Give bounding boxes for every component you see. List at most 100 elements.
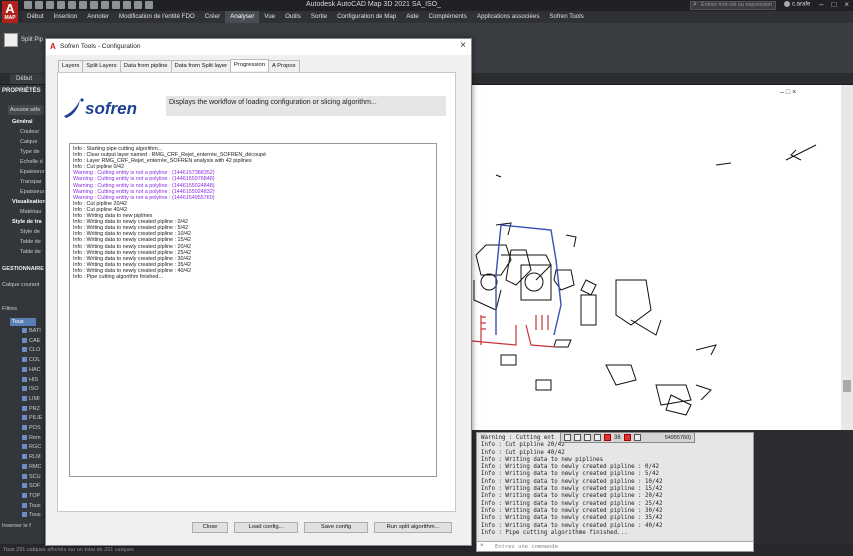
search-input[interactable]: Entrez mot-clé ou expression <box>690 1 776 10</box>
menu-item[interactable]: Début <box>22 11 49 23</box>
menu-item[interactable]: Modification de l'entité FDO <box>114 11 200 23</box>
load-config-button[interactable]: Load config... <box>234 522 298 533</box>
layer-item[interactable]: Tous <box>22 503 41 509</box>
layer-item[interactable]: RGC <box>22 444 41 450</box>
layer-item[interactable]: BATI <box>22 328 41 334</box>
quick-access-icon[interactable] <box>90 1 98 9</box>
menu-item[interactable]: Annoter <box>82 11 114 23</box>
error-icon[interactable] <box>604 434 611 441</box>
layer-item[interactable]: TOP <box>22 493 40 499</box>
layer-item[interactable]: SOF <box>22 483 40 489</box>
quick-access-icon[interactable] <box>24 1 32 9</box>
palette-section-head[interactable]: Visualisation <box>12 199 46 205</box>
layer-item[interactable]: HAC <box>22 367 41 373</box>
scroll-thumb[interactable] <box>843 380 851 392</box>
selection-dropdown[interactable]: Aucune séle <box>8 105 44 115</box>
tab-data-from-pipline[interactable]: Data from pipline <box>119 60 172 72</box>
menu-item[interactable]: Insertion <box>49 11 83 23</box>
user-account[interactable]: c.arafe <box>784 1 810 8</box>
app-logo[interactable]: A MAP <box>2 1 18 23</box>
layer-item[interactable]: PRZ <box>22 406 40 412</box>
vertical-scrollbar[interactable] <box>841 85 853 430</box>
menu-item[interactable]: Configuration de Map <box>332 11 401 23</box>
menu-item[interactable]: Vue <box>259 11 280 23</box>
toolbar-icon[interactable] <box>564 434 571 441</box>
dialog-tabs: Layers Split Layers Data from pipline Data … <box>58 59 300 72</box>
tab-a-propos[interactable]: A Propos <box>267 60 300 72</box>
run-split-algorithm-button[interactable]: Run split algorithm... <box>374 522 452 533</box>
layer-item[interactable]: CLO <box>22 347 40 353</box>
toolbar-icon[interactable] <box>574 434 581 441</box>
command-close-icon[interactable]: × <box>480 541 484 551</box>
split-pipe-button[interactable]: Split Pip <box>21 37 43 43</box>
menu-item[interactable]: Outils <box>280 11 306 23</box>
tab-split-layers[interactable]: Split Layers <box>82 60 121 72</box>
quick-access-icon[interactable] <box>134 1 142 9</box>
quick-access-icon[interactable] <box>46 1 54 9</box>
save-config-button[interactable]: Save config <box>304 522 368 533</box>
menu-item[interactable]: Applications associées <box>472 11 545 23</box>
minimize-icon[interactable]: – <box>819 0 823 9</box>
quick-access-icon[interactable] <box>112 1 120 9</box>
dialog-close-icon[interactable]: × <box>460 40 466 51</box>
dialog-buttons: Close Load config... Save config Run split … <box>192 522 452 533</box>
drawing-canvas[interactable] <box>456 85 841 430</box>
layer-item[interactable]: RMC <box>22 464 42 470</box>
layer-item[interactable]: Rem <box>22 435 41 441</box>
layer-item[interactable]: ISO <box>22 386 38 392</box>
palette-title: PROPRIÉTÉS <box>2 88 41 94</box>
layer-item[interactable]: Tous <box>22 512 41 518</box>
layer-item[interactable]: PILIE <box>22 415 42 421</box>
dialog-app-icon: A <box>50 42 56 51</box>
filter-all[interactable]: Tous <box>10 318 36 326</box>
palette-section-head[interactable]: Style de tra <box>12 219 42 225</box>
layer-item[interactable]: LIMI <box>22 396 40 402</box>
config-dialog: A Sofren Tools - Configuration × Layers S… <box>45 38 472 546</box>
palette-section-head[interactable]: Général <box>12 119 32 125</box>
palette-property-row: Table de <box>20 249 41 255</box>
layer-item[interactable]: SCU <box>22 474 41 480</box>
viewport-controls[interactable]: –□× <box>780 89 798 96</box>
menu-item[interactable]: Analyser <box>225 11 260 23</box>
command-input[interactable]: Entrez une commande <box>477 541 753 551</box>
toolbar-icon[interactable] <box>584 434 591 441</box>
quick-access-icon[interactable] <box>101 1 109 9</box>
tab-debut[interactable]: Début <box>10 74 50 84</box>
menu-item[interactable]: Aide <box>401 11 423 23</box>
menu-bar: Début Insertion Annoter Modification de l'e… <box>22 11 853 23</box>
quick-access-icon[interactable] <box>145 1 153 9</box>
split-pipe-icon[interactable] <box>4 33 18 47</box>
stop-icon[interactable] <box>623 434 631 441</box>
app-title: Autodesk AutoCAD Map 3D 2021 SA_ISO_ <box>306 1 442 8</box>
invert-filter-checkbox[interactable]: Inverser le f <box>2 523 31 529</box>
quick-access-icon[interactable] <box>123 1 131 9</box>
layer-item[interactable]: CAE <box>22 338 40 344</box>
maximize-icon[interactable]: □ <box>831 0 836 9</box>
app-logo-letter: A <box>5 1 15 16</box>
menu-item[interactable]: Compléments <box>424 11 472 23</box>
log-output[interactable]: Info : Starting pipe cutting algorithm..… <box>69 143 437 477</box>
toolbar-icon[interactable] <box>594 434 601 441</box>
close-button[interactable]: Close <box>192 522 228 533</box>
palette-property-row: Type de <box>20 149 40 155</box>
menu-item[interactable]: Sofren Tools <box>544 11 588 23</box>
menu-item[interactable]: Sortie <box>306 11 332 23</box>
tab-layers[interactable]: Layers <box>58 60 84 72</box>
quick-access-icon[interactable] <box>68 1 76 9</box>
layer-item[interactable]: POS <box>22 425 41 431</box>
quick-access-icon[interactable] <box>57 1 65 9</box>
quick-access-icon[interactable] <box>35 1 43 9</box>
layer-item[interactable]: COL <box>22 357 40 363</box>
toolbar-icon[interactable] <box>633 434 641 441</box>
layer-item[interactable]: HIS <box>22 377 38 383</box>
close-icon[interactable]: × <box>844 0 849 9</box>
menu-item[interactable]: Créer <box>200 11 225 23</box>
dialog-titlebar[interactable]: A Sofren Tools - Configuration × <box>46 39 471 55</box>
quick-access-icon[interactable] <box>79 1 87 9</box>
tab-data-from-split-layer[interactable]: Data from Split layer <box>170 60 232 72</box>
tab-progression[interactable]: Progression <box>230 59 269 71</box>
log-line: Info : Pipe cutting algorithm finished..… <box>73 273 163 280</box>
palette-property-row: Matériau <box>20 209 42 215</box>
command-window: Warning : Cutting ent Info : Cut pipline… <box>476 432 754 552</box>
layer-item[interactable]: RLM <box>22 454 41 460</box>
